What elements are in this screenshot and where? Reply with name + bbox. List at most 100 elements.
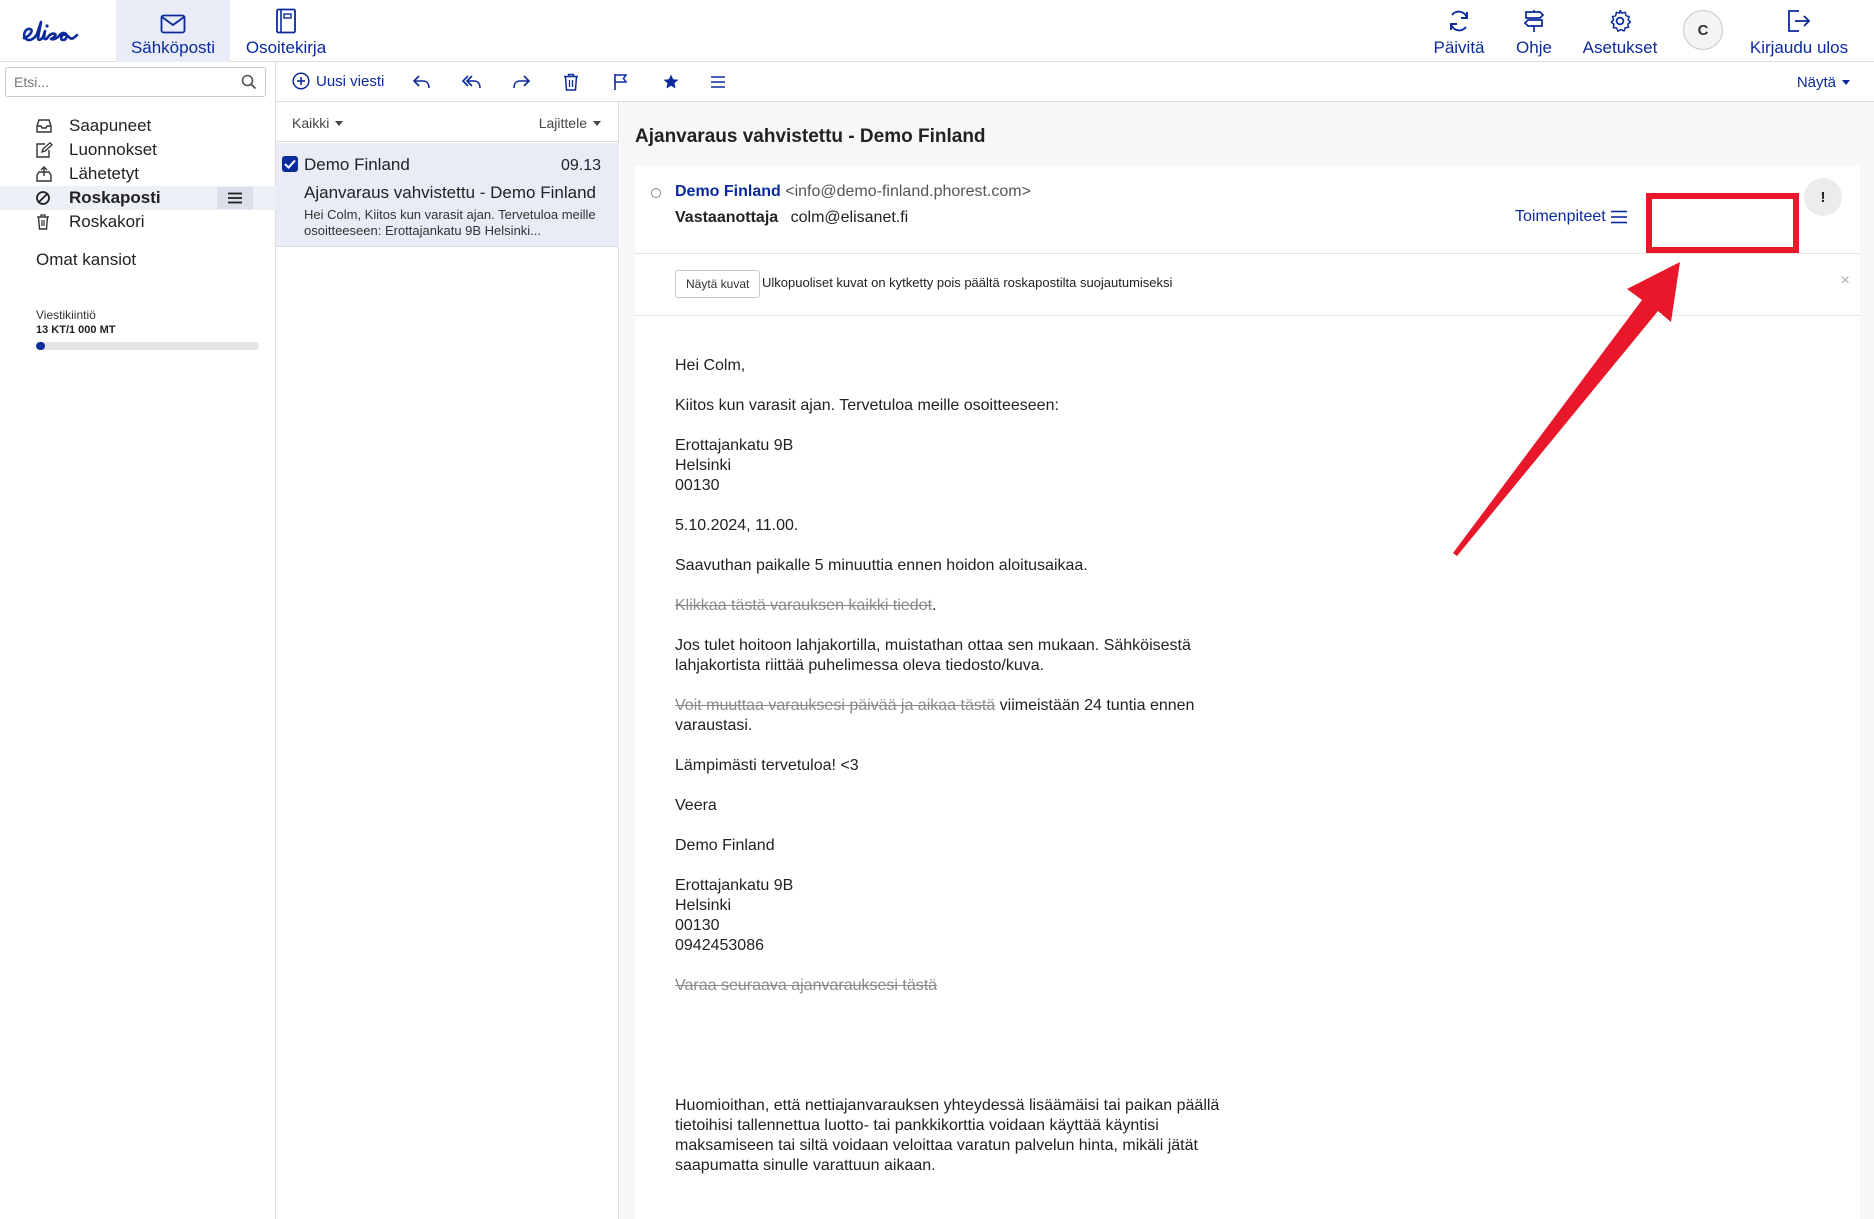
help-button[interactable]: Ohje bbox=[1503, 0, 1565, 62]
folder-trash[interactable]: Roskakori bbox=[0, 210, 276, 234]
folder-menu-button[interactable] bbox=[217, 187, 253, 209]
body-company: Demo Finland bbox=[675, 837, 775, 854]
tab-address-book-label: Osoitekirja bbox=[245, 38, 327, 57]
new-message-button[interactable]: Uusi viesti bbox=[292, 72, 384, 90]
tab-address-book[interactable]: Osoitekirja bbox=[236, 0, 336, 62]
folder-sent[interactable]: Lähetetyt bbox=[0, 162, 276, 186]
divider bbox=[635, 253, 1860, 254]
message-toolbar: Uusi viesti Näytä bbox=[276, 62, 1874, 102]
drafts-icon bbox=[35, 142, 53, 158]
signpost-icon bbox=[1522, 9, 1546, 33]
logout-button[interactable]: Kirjaudu ulos bbox=[1736, 0, 1862, 62]
mail-icon bbox=[160, 14, 186, 34]
refresh-icon bbox=[1447, 9, 1471, 33]
chevron-down-icon bbox=[335, 120, 344, 126]
body-next: Varaa seuraava ajanvarauksesi tästä bbox=[675, 976, 1235, 996]
email-to: Vastaanottaja colm@elisanet.fi bbox=[675, 209, 908, 227]
body-signer: Veera bbox=[675, 797, 717, 814]
folder-label: Roskaposti bbox=[69, 188, 161, 207]
reply-icon[interactable] bbox=[412, 73, 432, 91]
flag-icon[interactable] bbox=[613, 73, 629, 91]
important-button[interactable]: ! bbox=[1804, 178, 1842, 216]
email-subject: Ajanvaraus vahvistettu - Demo Finland bbox=[635, 126, 986, 147]
sort-dropdown[interactable]: Lajittele bbox=[539, 115, 601, 131]
message-subject: Ajanvaraus vahvistettu - Demo Finland bbox=[304, 183, 596, 202]
message-checkbox[interactable] bbox=[282, 156, 298, 172]
reply-all-icon[interactable] bbox=[461, 73, 483, 91]
next-booking-link[interactable]: Varaa seuraava ajanvarauksesi tästä bbox=[675, 977, 937, 994]
chevron-down-icon bbox=[593, 120, 601, 126]
filter-label: Kaikki bbox=[292, 115, 330, 131]
body-thanks: Kiitos kun varasit ajan. Tervetuloa meil… bbox=[675, 397, 1059, 414]
chevron-down-icon bbox=[1842, 80, 1850, 85]
show-dropdown[interactable]: Näytä bbox=[1797, 74, 1850, 91]
folder-label: Luonnokset bbox=[69, 140, 157, 159]
actions-menu-button[interactable]: Toimenpiteet bbox=[1515, 208, 1628, 226]
delete-icon[interactable] bbox=[562, 73, 580, 91]
quota-label: Viestikiintiö bbox=[36, 308, 96, 322]
actions-label: Toimenpiteet bbox=[1515, 208, 1606, 225]
divider bbox=[635, 315, 1860, 316]
change-link[interactable]: Voit muuttaa varauksesi päivää ja aikaa … bbox=[675, 697, 995, 714]
folder-drafts[interactable]: Luonnokset bbox=[0, 138, 276, 162]
quota-bar-fill bbox=[36, 342, 45, 350]
recipient-email: colm@elisanet.fi bbox=[790, 209, 909, 226]
folder-sidebar: Saapuneet Luonnokset Lähetetyt Roskapost… bbox=[0, 62, 276, 1219]
search-icon[interactable] bbox=[241, 74, 257, 90]
close-icon[interactable]: × bbox=[1841, 272, 1850, 290]
message-list-header: Kaikki Lajittele bbox=[276, 102, 619, 142]
sender-email: <info@demo-finland.phorest.com> bbox=[785, 183, 1031, 200]
folder-label: Lähetetyt bbox=[69, 164, 139, 183]
details-link[interactable]: Klikkaa tästä varauksen kaikki tiedot bbox=[675, 597, 932, 614]
own-folders-link[interactable]: Omat kansiot bbox=[36, 250, 136, 270]
address-street: Erottajankatu 9B bbox=[675, 437, 794, 454]
body-welcome: Lämpimästi tervetuloa! <3 bbox=[675, 757, 859, 774]
quota-bar bbox=[36, 342, 259, 350]
folder-spam[interactable]: Roskaposti bbox=[0, 186, 276, 210]
settings-button[interactable]: Asetukset bbox=[1574, 0, 1666, 62]
inbox-icon bbox=[35, 118, 53, 134]
top-header: Sähköposti Osoitekirja Päivitä Ohje Aset… bbox=[0, 0, 1874, 62]
new-message-label: Uusi viesti bbox=[316, 72, 385, 90]
help-label: Ohje bbox=[1516, 38, 1552, 57]
settings-label: Asetukset bbox=[1582, 38, 1658, 57]
body-datetime: 5.10.2024, 11.00. bbox=[675, 517, 799, 534]
hamburger-icon bbox=[1610, 210, 1628, 224]
tab-email[interactable]: Sähköposti bbox=[116, 0, 230, 62]
filter-dropdown[interactable]: Kaikki bbox=[292, 115, 344, 131]
refresh-button[interactable]: Päivitä bbox=[1426, 0, 1492, 62]
search-input[interactable] bbox=[6, 68, 231, 96]
address-street: Erottajankatu 9B bbox=[675, 877, 794, 894]
unread-dot-icon[interactable] bbox=[651, 188, 661, 198]
message-list: Kaikki Lajittele Demo Finland 09.13 Ajan… bbox=[276, 102, 619, 1219]
folder-inbox[interactable]: Saapuneet bbox=[0, 114, 276, 138]
show-images-button[interactable]: Näytä kuvat bbox=[675, 270, 761, 298]
body-change: Voit muuttaa varauksesi päivää ja aikaa … bbox=[675, 696, 1235, 736]
message-sender: Demo Finland bbox=[304, 155, 410, 174]
folder-label: Saapuneet bbox=[69, 116, 152, 135]
email-from: Demo Finland <info@demo-finland.phorest.… bbox=[675, 183, 1031, 201]
sent-icon bbox=[35, 166, 53, 182]
logout-icon bbox=[1786, 9, 1812, 33]
elisa-logo[interactable] bbox=[20, 14, 82, 48]
body-address-2: Erottajankatu 9B Helsinki 00130 09424530… bbox=[675, 876, 1235, 956]
search-box bbox=[5, 67, 266, 97]
details-dot: . bbox=[932, 597, 937, 614]
trash-icon bbox=[35, 214, 53, 230]
more-menu-icon[interactable] bbox=[710, 73, 726, 91]
email-card: Demo Finland <info@demo-finland.phorest.… bbox=[635, 166, 1860, 1219]
tab-email-label: Sähköposti bbox=[130, 38, 216, 57]
star-icon[interactable] bbox=[662, 73, 680, 91]
message-list-item[interactable]: Demo Finland 09.13 Ajanvaraus vahvistett… bbox=[276, 143, 619, 247]
folder-list: Saapuneet Luonnokset Lähetetyt Roskapost… bbox=[0, 114, 276, 234]
recipient-label: Vastaanottaja bbox=[675, 209, 779, 226]
address-city: Helsinki bbox=[675, 897, 732, 914]
forward-icon[interactable] bbox=[511, 73, 531, 91]
body-notice: Huomioithan, että nettiajanvarauksen yht… bbox=[675, 1097, 1220, 1174]
body-giftcard: Jos tulet hoitoon lahjakortilla, muistat… bbox=[675, 637, 1191, 674]
address-book-icon bbox=[275, 8, 297, 34]
user-avatar[interactable]: C bbox=[1683, 10, 1723, 50]
body-details: Klikkaa tästä varauksen kaikki tiedot. bbox=[675, 596, 1235, 616]
refresh-label: Päivitä bbox=[1433, 38, 1485, 57]
sender-name[interactable]: Demo Finland bbox=[675, 183, 781, 200]
